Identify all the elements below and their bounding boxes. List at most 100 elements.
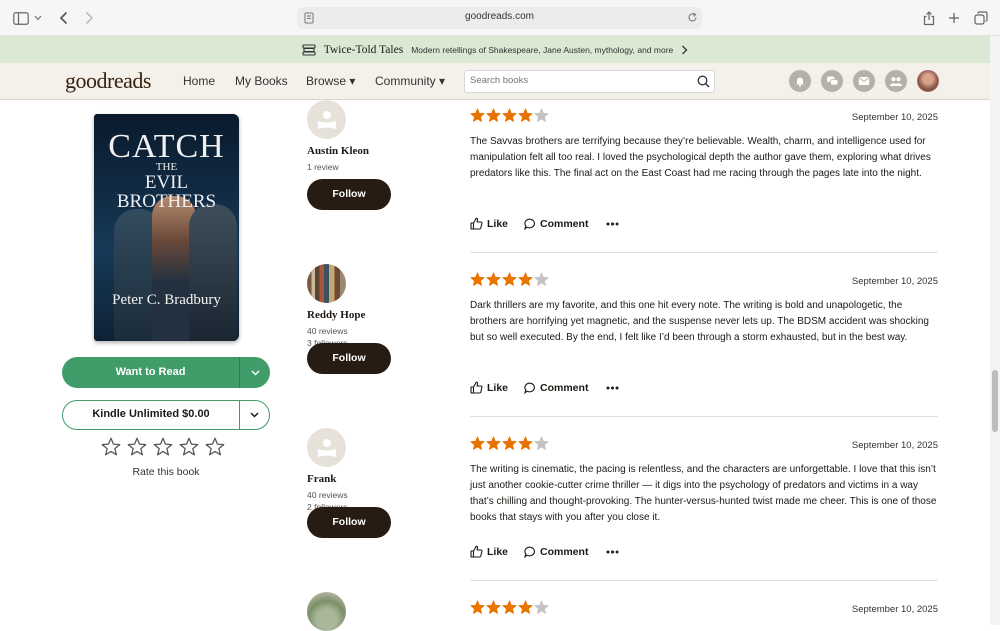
nav-community[interactable]: Community ▾ [375, 74, 445, 88]
review-actions: Like Comment [470, 381, 619, 394]
review-actions: Like Comment [470, 217, 619, 230]
like-button[interactable]: Like [470, 217, 508, 230]
rate-this-book-label: Rate this book [132, 466, 200, 478]
more-options-button[interactable] [606, 222, 619, 226]
follow-button[interactable]: Follow [307, 507, 391, 538]
review-date: September 10, 2025 [851, 112, 938, 123]
reviewer-name[interactable]: Frank [307, 473, 336, 485]
review-star [502, 272, 517, 292]
reload-icon[interactable] [687, 12, 698, 23]
share-icon[interactable] [920, 9, 938, 27]
follow-button[interactable]: Follow [307, 179, 391, 210]
messages-icon[interactable] [853, 70, 875, 92]
review-text: The Savvas brothers are terrifying becau… [470, 136, 931, 179]
thumbs-up-icon [470, 217, 483, 230]
review-star [486, 108, 501, 128]
shelf-dropdown-button[interactable] [239, 357, 270, 388]
comment-icon [524, 218, 535, 230]
kindle-unlimited-label[interactable]: Kindle Unlimited $0.00 [63, 401, 239, 429]
scrollbar[interactable] [990, 36, 1000, 625]
tab-overview-icon[interactable] [972, 9, 990, 27]
nav-home[interactable]: Home [183, 74, 215, 88]
discussions-icon[interactable] [821, 70, 843, 92]
review-rating [470, 600, 549, 620]
comment-button[interactable]: Comment [524, 382, 588, 394]
rate-star-5[interactable] [205, 437, 225, 462]
kindle-unlimited-button[interactable]: Kindle Unlimited $0.00 [62, 400, 270, 430]
review-star [534, 272, 549, 292]
want-to-read-button[interactable]: Want to Read [62, 357, 270, 388]
thumbs-up-icon [470, 545, 483, 558]
reviewer-stat: 40 reviews [307, 490, 348, 500]
comment-button[interactable]: Comment [524, 218, 588, 230]
review-star [518, 108, 533, 128]
like-button[interactable]: Like [470, 381, 508, 394]
nav-browse[interactable]: Browse ▾ [306, 74, 355, 88]
chevron-down-icon [250, 369, 260, 376]
buy-options-dropdown-button[interactable] [239, 401, 269, 429]
more-icon [606, 222, 619, 225]
rate-star-1[interactable] [101, 437, 121, 462]
want-to-read-label[interactable]: Want to Read [62, 357, 239, 388]
comment-button[interactable]: Comment [524, 546, 588, 558]
rate-star-3[interactable] [153, 437, 173, 462]
reviewer-name[interactable]: Austin Kleon [307, 145, 369, 157]
back-icon[interactable] [55, 9, 73, 27]
books-icon [302, 43, 316, 56]
reviewer-avatar[interactable] [307, 264, 346, 303]
review-text: The writing is cinematic, the pacing is … [470, 464, 937, 523]
comment-label: Comment [540, 545, 589, 558]
review-star [470, 108, 485, 128]
friends-icon[interactable] [885, 70, 907, 92]
review-star [470, 600, 485, 620]
rate-star-2[interactable] [127, 437, 147, 462]
review-divider [470, 580, 938, 581]
rate-star-4[interactable] [179, 437, 199, 462]
cover-author: Peter C. Bradbury [112, 292, 221, 308]
search-icon[interactable] [697, 75, 710, 88]
scroll-thumb[interactable] [992, 370, 998, 432]
more-icon [606, 550, 619, 553]
cover-figure-right [189, 204, 237, 341]
chevron-down-icon[interactable] [32, 9, 44, 27]
reviewer-avatar[interactable] [307, 100, 346, 139]
review-star [534, 108, 549, 128]
follow-button[interactable]: Follow [307, 343, 391, 374]
profile-avatar[interactable] [917, 70, 939, 92]
more-options-button[interactable] [606, 386, 619, 390]
review-rating [470, 108, 549, 128]
reviewer-avatar[interactable] [307, 592, 346, 631]
review-star [502, 600, 517, 620]
review-star [502, 108, 517, 128]
review-date: September 10, 2025 [851, 604, 938, 615]
promo-banner[interactable]: Twice-Told Tales Modern retellings of Sh… [0, 36, 990, 63]
book-cover[interactable]: CATCH THE EVIL BROTHERS Peter C. Bradbur… [94, 114, 239, 341]
sidebar-toggle-icon[interactable] [12, 9, 30, 27]
reviewer-name[interactable]: Reddy Hope [307, 309, 365, 321]
reviewer-avatar[interactable] [307, 428, 346, 467]
review-date: September 10, 2025 [851, 276, 938, 287]
nav-my-books[interactable]: My Books [235, 74, 288, 88]
review-divider [470, 252, 938, 253]
new-tab-icon[interactable] [945, 9, 963, 27]
address-bar[interactable]: goodreads.com [297, 7, 702, 29]
review-star [470, 436, 485, 456]
review-star [486, 436, 501, 456]
forward-icon[interactable] [80, 9, 98, 27]
goodreads-logo[interactable]: goodreads [65, 68, 151, 94]
review-rating [470, 436, 549, 456]
review-star [486, 600, 501, 620]
review-date: September 10, 2025 [851, 440, 938, 451]
like-label: Like [487, 545, 509, 558]
like-button[interactable]: Like [470, 545, 508, 558]
more-options-button[interactable] [606, 550, 619, 554]
comment-icon [524, 382, 535, 394]
rate-stars [101, 437, 225, 462]
review-star [502, 436, 517, 456]
search-input[interactable] [470, 75, 690, 86]
chevron-down-icon [250, 412, 259, 418]
notifications-icon[interactable] [789, 70, 811, 92]
review-text: Dark thrillers are my favorite, and this… [470, 300, 929, 343]
like-label: Like [487, 381, 509, 394]
promo-text: Modern retellings of Shakespeare, Jane A… [411, 44, 674, 55]
